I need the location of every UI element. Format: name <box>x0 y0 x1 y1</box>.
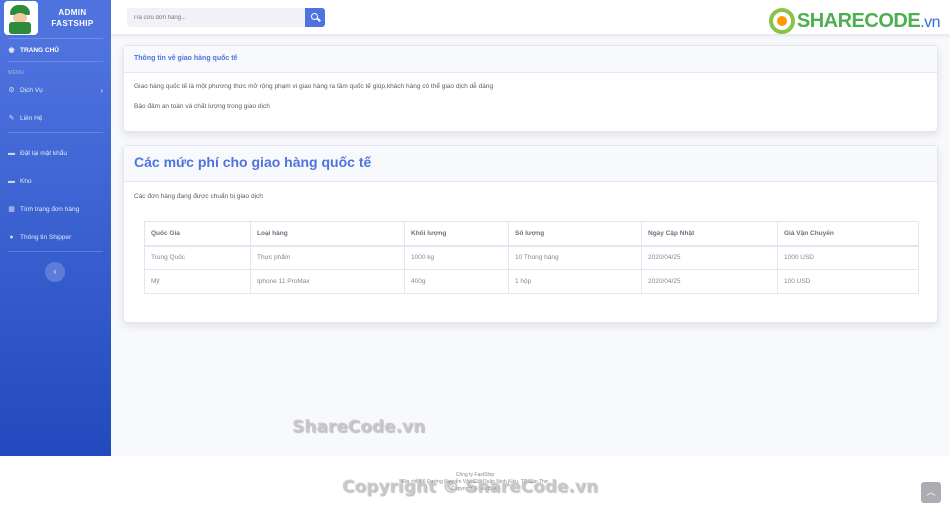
table-cell: 2020/04/25 <box>641 245 778 270</box>
sidebar-brand[interactable]: ADMIN FASTSHIP <box>0 0 111 36</box>
sidebar-item-label: Liên Hệ <box>20 114 43 122</box>
table-header-row: Quốc Gia Loại hàng Khối lượng Số lượng N… <box>144 221 919 247</box>
sidebar-divider <box>8 132 103 133</box>
dashboard-icon: ◉ <box>8 46 15 54</box>
fee-table: Quốc Gia Loại hàng Khối lượng Số lượng N… <box>144 221 919 294</box>
column-header[interactable]: Quốc Gia <box>144 221 251 247</box>
column-header[interactable]: Ngày Cập Nhật <box>641 221 778 247</box>
brand-logo <box>4 1 38 35</box>
table-cell: 10 Thùng hàng <box>508 245 642 270</box>
info-text: Bảo đảm an toàn và chất lượng trong giao… <box>134 103 270 110</box>
table-cell: Mỹ <box>144 269 251 294</box>
info-card-body: Giao hàng quốc tế là một phương thức mở … <box>124 73 937 133</box>
table-cell: 400g <box>404 269 509 294</box>
sidebar-heading: MENU <box>8 70 25 76</box>
sharecode-logo-text: SHARECODE.vn <box>796 9 941 32</box>
folder-icon: ▬ <box>8 177 15 185</box>
sidebar-item-label: Kho <box>20 177 32 185</box>
info-card: Thông tin về giao hàng quốc tế Giao hàng… <box>123 45 938 132</box>
info-card-title: Thông tin về giao hàng quốc tế <box>124 46 937 73</box>
gear-icon: ⚙ <box>8 86 15 94</box>
table-row: Trung Quốc Thực phẩm 1000 kg 10 Thùng hà… <box>144 245 919 270</box>
search-button[interactable] <box>305 8 325 27</box>
sidebar-divider <box>8 251 103 252</box>
chevron-right-icon: › <box>100 85 103 95</box>
brand-line1: ADMIN <box>58 8 87 17</box>
table-cell: 1000 USD <box>777 245 919 270</box>
table-cell: Thực phẩm <box>250 245 405 270</box>
sidebar-item-label: TRANG CHỦ <box>20 46 59 54</box>
sharecode-logo: SHARECODE.vn <box>768 8 941 34</box>
column-header[interactable]: Giá Vận Chuyển <box>777 221 919 247</box>
sidebar-toggle-button[interactable]: ‹ <box>45 262 65 282</box>
fee-card: Các mức phí cho giao hàng quốc tế Các đơ… <box>123 145 938 323</box>
sharecode-logo-mark <box>768 8 795 34</box>
sidebar-item-order-status[interactable]: ▦ Tình trạng đơn hàng <box>0 197 111 221</box>
search-form <box>127 8 325 27</box>
sidebar-item-label: Thông tin Shipper <box>20 233 72 241</box>
user-icon: ● <box>9 233 14 241</box>
sidebar-item-contact[interactable]: ✎ Liên Hệ <box>0 106 111 130</box>
search-input[interactable] <box>127 8 305 27</box>
brand-name: ADMIN FASTSHIP <box>38 7 107 29</box>
column-header[interactable]: Khối lượng <box>404 221 509 247</box>
watermark: ShareCode.vn <box>292 417 426 437</box>
sidebar-item-dashboard[interactable]: ◉ TRANG CHỦ <box>0 39 111 61</box>
sidebar-item-label: Đặt lại mật khẩu <box>20 149 67 157</box>
scroll-to-top-button[interactable]: ︿ <box>921 482 941 503</box>
sidebar-item-label: Dịch Vụ <box>20 86 43 94</box>
chevron-up-icon: ︿ <box>926 487 936 497</box>
sidebar-item-reset-password[interactable]: ▬ Đặt lại mật khẩu <box>0 141 111 165</box>
folder-icon: ▬ <box>8 149 15 157</box>
table-cell: 1000 kg <box>404 245 509 270</box>
table-cell: 1 hộp <box>508 269 642 294</box>
sidebar-item-warehouse[interactable]: ▬ Kho <box>0 169 111 193</box>
table-cell: Iphone 11 ProMax <box>250 269 405 294</box>
topbar: SHARECODE.vn <box>111 0 950 34</box>
sidebar-item-shipper[interactable]: ● Thông tin Shipper <box>0 225 111 249</box>
table-row: Mỹ Iphone 11 ProMax 400g 1 hộp 2020/04/2… <box>144 269 919 294</box>
sidebar-item-services[interactable]: ⚙ Dịch Vụ › <box>0 78 111 102</box>
info-text: Giao hàng quốc tế là một phương thức mở … <box>134 83 494 90</box>
table-icon: ▦ <box>8 205 15 213</box>
brand-line2: FASTSHIP <box>51 19 94 28</box>
column-header[interactable]: Loại hàng <box>250 221 405 247</box>
fee-card-title: Các mức phí cho giao hàng quốc tế <box>124 146 937 182</box>
fee-card-subtitle: Các đơn hàng đang được chuẩn bị giao dịc… <box>134 193 263 200</box>
column-header[interactable]: Số lượng <box>508 221 642 247</box>
table-cell: 100 USD <box>777 269 919 294</box>
wrench-icon: ✎ <box>8 114 15 122</box>
sidebar: ADMIN FASTSHIP ◉ TRANG CHỦ MENU ⚙ Dịch V… <box>0 0 111 456</box>
sidebar-item-label: Tình trạng đơn hàng <box>20 205 80 213</box>
table-cell: Trung Quốc <box>144 245 251 270</box>
watermark: Copyright © ShareCode.vn <box>342 477 599 497</box>
table-cell: 2020/04/25 <box>641 269 778 294</box>
